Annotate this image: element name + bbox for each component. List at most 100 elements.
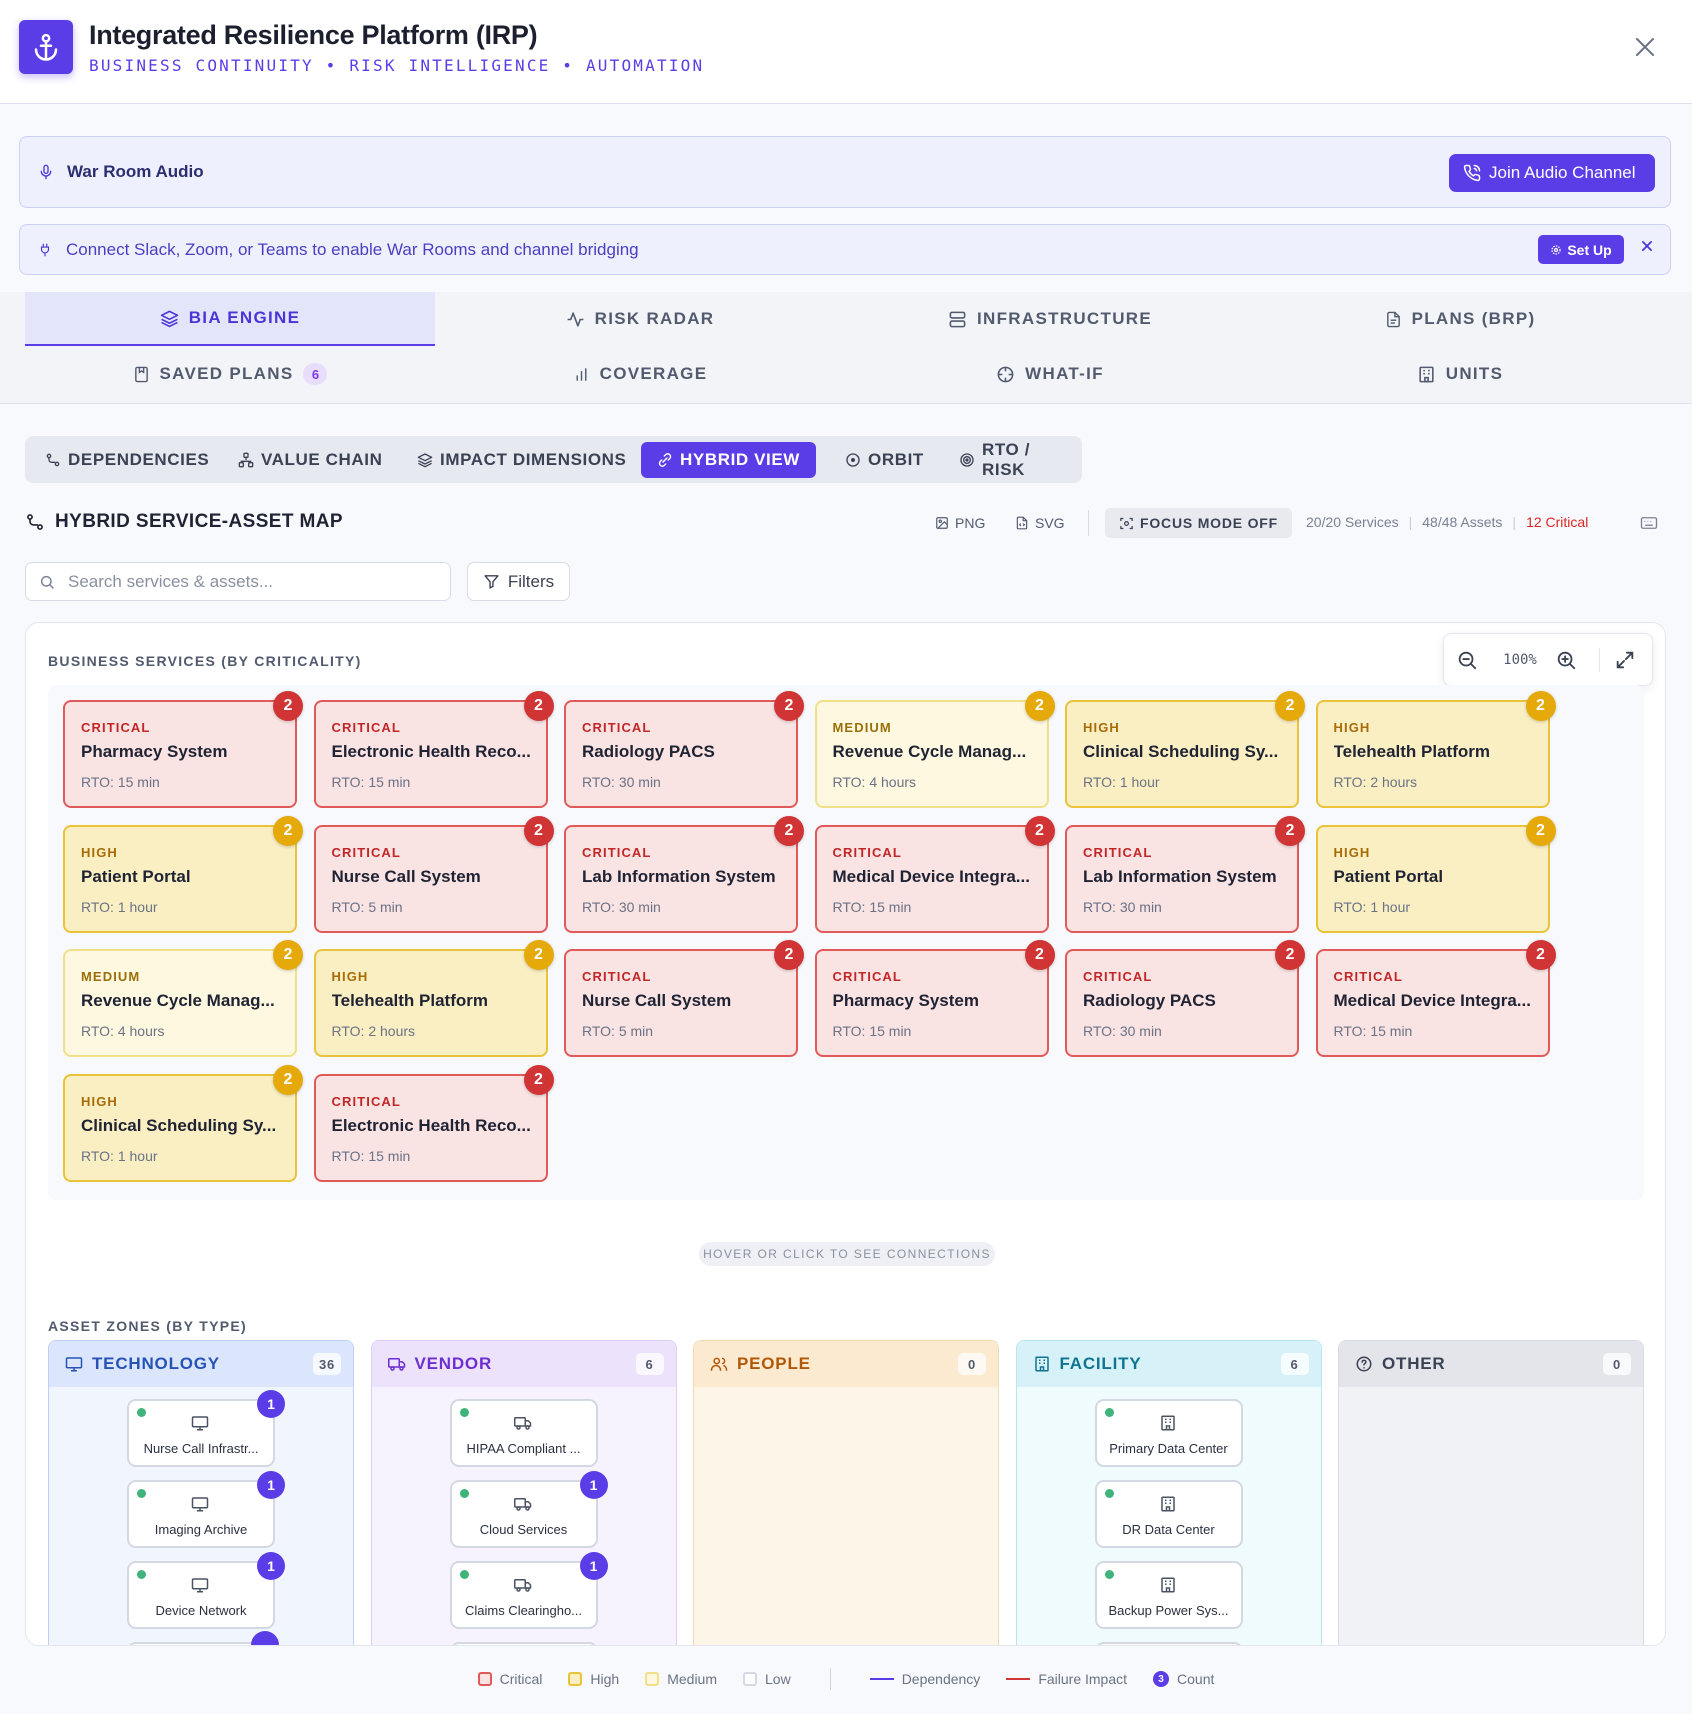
service-rto: RTO: 2 hours <box>331 1023 416 1039</box>
fullscreen-icon[interactable] <box>1614 649 1636 671</box>
subtab-hybrid-view[interactable]: HYBRID VIEW <box>641 442 816 478</box>
dependency-count-badge: 2 <box>273 1064 303 1095</box>
subtab-dependencies[interactable]: DEPENDENCIES <box>29 442 225 478</box>
service-criticality: HIGH <box>81 844 118 860</box>
zoom-in-icon[interactable] <box>1555 649 1577 671</box>
zone-name: TECHNOLOGY <box>92 1354 220 1373</box>
legend-low: Low <box>743 1671 791 1687</box>
service-card[interactable]: MEDIUM Revenue Cycle Manag... RTO: 4 hours… <box>63 940 303 1057</box>
service-card[interactable]: CRITICAL Pharmacy System RTO: 15 min 2 <box>63 691 303 808</box>
subtab-value-chain[interactable]: VALUE CHAIN <box>222 442 399 478</box>
service-criticality: CRITICAL <box>81 720 151 735</box>
subtab-rto-risk[interactable]: RTO / RISK <box>943 440 1082 479</box>
asset-node[interactable] <box>449 1642 598 1645</box>
service-card[interactable]: CRITICAL Lab Information System RTO: 30 mi… <box>1065 815 1305 933</box>
file-code-icon <box>1015 516 1029 530</box>
tab-coverage[interactable]: COVERAGE <box>435 347 845 401</box>
service-name: Electronic Health Reco... <box>331 742 531 761</box>
asset-name: DR Data Center <box>1122 1522 1215 1537</box>
subtab-impact-dimensions[interactable]: IMPACT DIMENSIONS <box>401 442 643 478</box>
route-icon <box>25 512 45 532</box>
service-criticality: CRITICAL <box>582 720 652 735</box>
service-card[interactable]: CRITICAL Nurse Call System RTO: 5 min 2 <box>313 815 554 933</box>
service-card[interactable]: HIGH Clinical Scheduling Sy... RTO: 1 hour… <box>63 1064 303 1182</box>
tab-plans-brp[interactable]: PLANS (BRP) <box>1255 292 1665 346</box>
service-card[interactable]: HIGH Patient Portal RTO: 1 hour 2 <box>1315 815 1556 933</box>
service-rto: RTO: 5 min <box>582 1023 654 1039</box>
asset-node[interactable]: Device Network 1 <box>127 1552 285 1629</box>
tab-risk-radar[interactable]: RISK RADAR <box>435 292 845 346</box>
service-card[interactable]: CRITICAL Lab Information System RTO: 30 mi… <box>564 815 804 933</box>
service-card[interactable]: HIGH Clinical Scheduling Sy... RTO: 1 hour… <box>1065 691 1305 808</box>
keyboard-icon[interactable] <box>1640 515 1658 531</box>
filters-button[interactable]: Filters <box>467 562 570 601</box>
subtab-orbit[interactable]: ORBIT <box>829 442 940 478</box>
service-rto: RTO: 1 hour <box>81 1147 158 1164</box>
asset-zones-label: ASSET ZONES (BY TYPE) <box>48 1318 247 1334</box>
export-svg-button[interactable]: SVG <box>1005 508 1075 538</box>
tab-bia-engine[interactable]: BIA ENGINE <box>25 292 435 346</box>
service-card[interactable]: CRITICAL Pharmacy System RTO: 15 min 2 <box>814 940 1055 1057</box>
hybrid-map-canvas[interactable]: BUSINESS SERVICES (BY CRITICALITY) 100% … <box>25 622 1666 1646</box>
asset-node[interactable]: Nurse Call Infrastr... 1 <box>127 1390 285 1467</box>
zone-count: 6 <box>1280 1353 1309 1375</box>
search-icon <box>39 574 55 590</box>
focus-mode-toggle[interactable]: FOCUS MODE OFF <box>1105 508 1292 538</box>
asset-node[interactable]: DR Data Center <box>1094 1480 1243 1548</box>
dependency-count-badge: 2 <box>1275 940 1305 970</box>
service-card[interactable]: CRITICAL Nurse Call System RTO: 5 min 2 <box>564 940 804 1057</box>
zoom-out-icon[interactable] <box>1456 649 1478 671</box>
dependency-count-badge: 2 <box>523 691 554 721</box>
asset-node[interactable]: Imaging Archive 1 <box>127 1471 285 1548</box>
export-png-button[interactable]: PNG <box>925 508 995 538</box>
service-rto: RTO: 2 hours <box>1333 774 1418 790</box>
tab-what-if[interactable]: WHAT-IF <box>845 347 1255 401</box>
service-name: Pharmacy System <box>81 742 228 761</box>
service-rto: RTO: 15 min <box>832 898 912 915</box>
asset-node[interactable]: Backup Power Sys... <box>1094 1561 1243 1629</box>
service-card[interactable]: CRITICAL Medical Device Integra... RTO: 15… <box>1315 940 1556 1057</box>
join-audio-channel-button[interactable]: Join Audio Channel <box>1449 154 1655 192</box>
asset-node[interactable] <box>1094 1642 1243 1645</box>
tab-units[interactable]: UNITS <box>1255 347 1665 401</box>
service-card[interactable]: HIGH Telehealth Platform RTO: 2 hours 2 <box>313 940 554 1057</box>
gear-icon <box>1550 244 1562 256</box>
asset-node[interactable]: Cloud Services 1 <box>449 1471 608 1548</box>
service-name: Radiology PACS <box>582 742 715 761</box>
service-card[interactable]: CRITICAL Radiology PACS RTO: 30 min 2 <box>1065 940 1305 1057</box>
service-card[interactable]: HIGH Patient Portal RTO: 1 hour 2 <box>63 815 303 933</box>
legend-medium-swatch <box>645 1672 660 1686</box>
service-rto: RTO: 15 min <box>331 774 411 790</box>
truck-icon <box>513 1576 532 1594</box>
focus-icon <box>1119 516 1134 531</box>
service-card[interactable]: CRITICAL Medical Device Integra... RTO: 15… <box>814 815 1055 933</box>
dependency-count-badge: 2 <box>1525 815 1556 846</box>
service-criticality: CRITICAL <box>331 1093 401 1109</box>
integration-banner-text: Connect Slack, Zoom, or Teams to enable … <box>66 240 639 259</box>
service-rto: RTO: 30 min <box>1083 1023 1162 1039</box>
service-card[interactable]: CRITICAL Radiology PACS RTO: 30 min 2 <box>564 691 804 808</box>
service-name: Revenue Cycle Manag... <box>81 991 275 1010</box>
tab-infrastructure[interactable]: INFRASTRUCTURE <box>845 292 1255 346</box>
asset-node[interactable]: Claims Clearingho... 1 <box>449 1552 608 1629</box>
tab-saved-plans[interactable]: SAVED PLANS 6 <box>25 347 435 401</box>
service-rto: RTO: 15 min <box>832 1023 912 1039</box>
service-card[interactable]: HIGH Telehealth Platform RTO: 2 hours 2 <box>1315 691 1556 808</box>
monitor-icon <box>191 1576 209 1594</box>
set-up-button[interactable]: Set Up <box>1538 235 1624 264</box>
service-name: Medical Device Integra... <box>1333 991 1531 1010</box>
close-icon[interactable] <box>1630 32 1660 62</box>
service-card[interactable]: MEDIUM Revenue Cycle Manag... RTO: 4 hours… <box>814 691 1055 808</box>
service-card[interactable]: CRITICAL Electronic Health Reco... RTO: 15… <box>313 691 554 808</box>
map-legend: Critical High Medium Low Dependency Fail… <box>0 1660 1692 1698</box>
building-icon <box>1159 1414 1177 1432</box>
asset-node[interactable]: HIPAA Compliant ... <box>449 1399 598 1467</box>
service-card[interactable]: CRITICAL Electronic Health Reco... RTO: 15… <box>313 1064 554 1182</box>
dependency-count-badge: 2 <box>1024 691 1055 721</box>
file-icon <box>1385 310 1402 329</box>
search-input[interactable] <box>68 571 438 593</box>
asset-name: Primary Data Center <box>1109 1441 1228 1456</box>
app-title: Integrated Resilience Platform (IRP) <box>89 20 538 50</box>
dismiss-banner-icon[interactable] <box>1640 239 1654 253</box>
asset-node[interactable]: Primary Data Center <box>1094 1399 1243 1467</box>
